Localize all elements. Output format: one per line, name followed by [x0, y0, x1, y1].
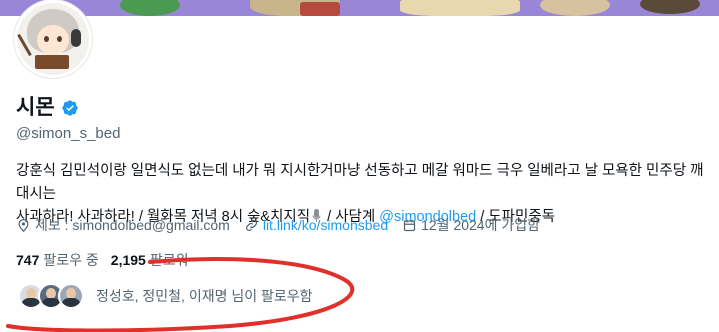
website-link[interactable]: lit.link/ko/simonsbed — [263, 217, 388, 233]
follower-avatars — [18, 283, 84, 309]
following-stat[interactable]: 747 팔로우 중 — [16, 250, 99, 270]
follower-avatar — [58, 283, 84, 309]
profile-name: 시몬 — [16, 96, 79, 120]
followers-stat[interactable]: 2,195 팔로워 — [111, 250, 189, 270]
profile-handle: @simon_s_bed — [16, 125, 121, 142]
following-count: 747 — [16, 252, 40, 268]
followed-by-row[interactable]: 정성호, 정민철, 이재명 님이 팔로우함 — [18, 283, 313, 309]
meta-website[interactable]: lit.link/ko/simonsbed — [244, 217, 388, 233]
calendar-icon — [403, 219, 416, 231]
profile-stats: 747 팔로우 중 2,195 팔로워 — [16, 250, 200, 270]
following-label: 팔로우 중 — [43, 252, 99, 268]
display-name: 시몬 — [16, 96, 55, 119]
location-icon — [18, 218, 29, 232]
followers-label: 팔로워 — [149, 252, 189, 268]
joined-date: 12월 2024에 가입함 — [421, 217, 541, 233]
followed-by-text: 정성호, 정민철, 이재명 님이 팔로우함 — [96, 288, 313, 304]
bio-line-1: 강훈식 김민석이랑 일면식도 없는데 내가 뭐 지시한거마냥 선동하고 메갈 워… — [16, 163, 704, 202]
profile-avatar[interactable] — [14, 0, 92, 78]
meta-location: 제보 : simondolbed@gmail.com — [16, 215, 230, 235]
verified-badge-icon[interactable] — [61, 99, 79, 117]
profile-banner[interactable] — [0, 0, 719, 16]
meta-location-text: 제보 : simondolbed@gmail.com — [35, 217, 230, 233]
link-icon — [245, 219, 257, 231]
followers-count: 2,195 — [110, 252, 146, 268]
profile-meta: 제보 : simondolbed@gmail.com lit.link/ko/s… — [16, 215, 554, 235]
meta-joined: 12월 2024에 가입함 — [402, 215, 540, 235]
